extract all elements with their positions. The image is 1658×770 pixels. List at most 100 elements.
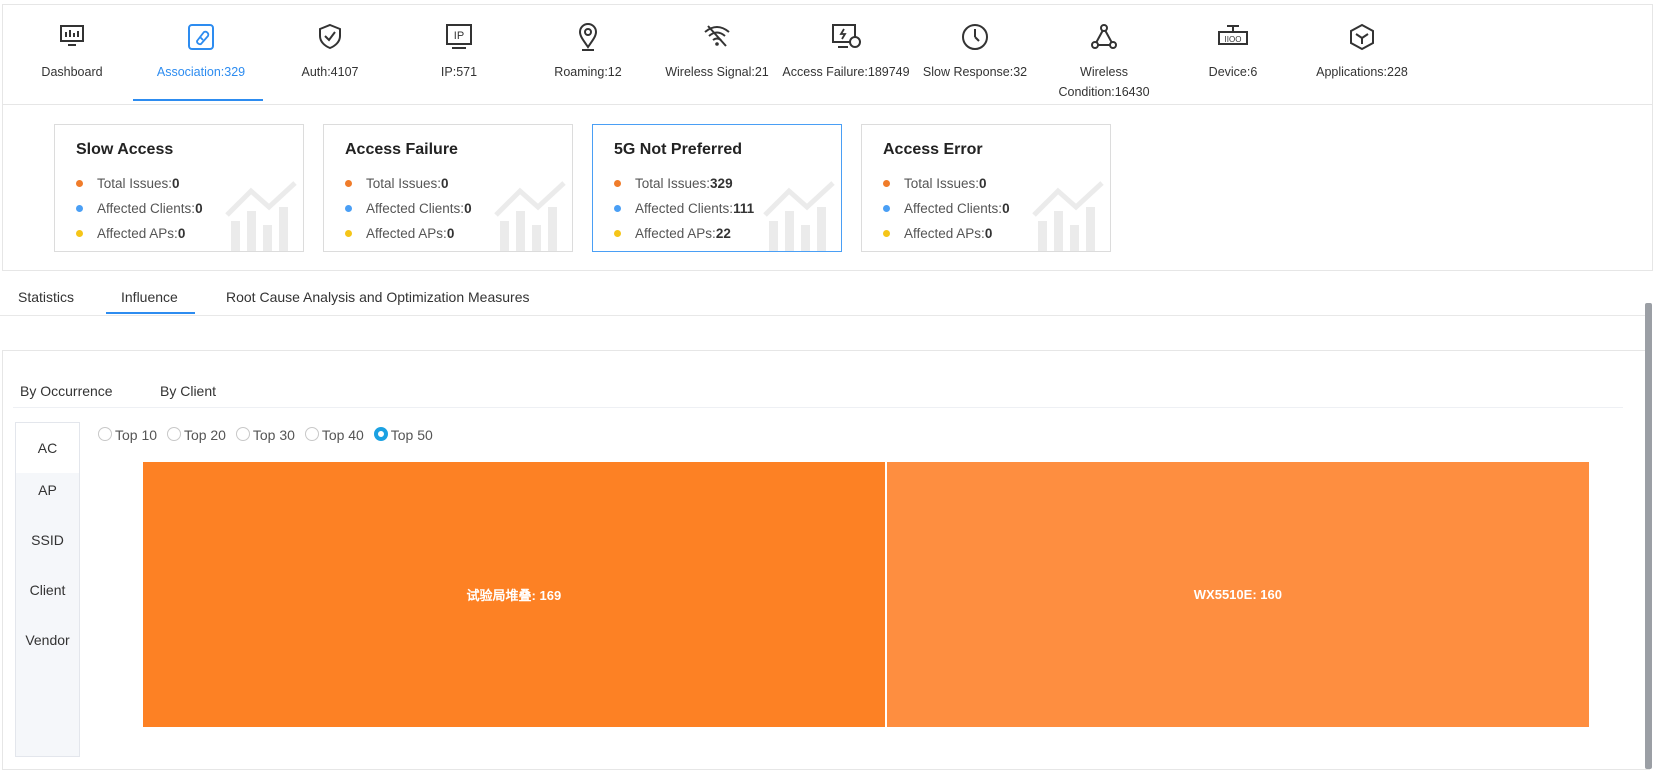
card-total-issues: Total Issues:0 [345, 176, 449, 191]
subtab-divider [13, 407, 1623, 408]
topology-icon [1091, 24, 1117, 49]
nav-association[interactable]: Association:329 [136, 5, 266, 106]
category-nav: Dashboard Association:329 Auth:4107 IP I… [2, 4, 1653, 105]
location-pin-icon [578, 23, 598, 51]
treemap-cell[interactable]: WX5510E: 160 [886, 462, 1589, 727]
treemap-cell-label: 试验局堆叠: 169 [466, 588, 562, 603]
active-tab-indicator [106, 312, 195, 314]
nav-label: Applications:228 [1316, 65, 1408, 79]
chart-watermark-icon [763, 181, 835, 251]
treemap-cell-label: WX5510E: 160 [1193, 587, 1282, 602]
main-tabs: Statistics Influence Root Cause Analysis… [0, 271, 1650, 316]
sidebar-item-vendor[interactable]: Vendor [16, 632, 79, 648]
nav-dashboard[interactable]: Dashboard [7, 5, 137, 106]
sidebar-item-ssid[interactable]: SSID [16, 532, 79, 548]
tab-root-cause[interactable]: Root Cause Analysis and Optimization Mea… [226, 289, 529, 305]
treemap-chart: 试验局堆叠: 169 WX5510E: 160 [143, 462, 1589, 727]
nav-label: IP:571 [440, 65, 478, 79]
card-title: 5G Not Preferred [614, 141, 743, 158]
nav-wireless-condition[interactable]: Wireless Condition:16430 [1039, 5, 1169, 106]
card-affected-aps: Affected APs:0 [345, 226, 454, 241]
treemap-cell[interactable]: 试验局堆叠: 169 [143, 462, 885, 727]
dimension-sidebar: AC AP SSID Client Vendor [15, 422, 80, 757]
nav-device[interactable]: IIOO Device:6 [1168, 5, 1298, 106]
card-access-error[interactable]: Access Error Total Issues:0 Affected Cli… [861, 124, 1111, 252]
card-affected-aps: Affected APs:0 [883, 226, 992, 241]
active-nav-indicator [133, 99, 263, 101]
radio-circle-icon [166, 427, 181, 442]
nav-access-failure[interactable]: Access Failure:189749 [781, 5, 911, 106]
orange-dot-icon [345, 179, 352, 187]
sidebar-item-ap[interactable]: AP [16, 482, 79, 498]
yellow-dot-icon [345, 229, 352, 237]
nav-label: Wireless Condition:16430 [1058, 65, 1150, 99]
device-icon: IIOO [1218, 25, 1248, 45]
wifi-icon [704, 25, 730, 47]
nav-label: Auth:4107 [301, 65, 359, 79]
blue-dot-icon [345, 204, 352, 212]
nav-wireless-signal[interactable]: Wireless Signal:21 [652, 5, 782, 106]
summary-cards: Slow Access Total Issues:0 Affected Clie… [2, 105, 1653, 271]
nav-label: Access Failure:189749 [782, 65, 910, 79]
vertical-scrollbar[interactable] [1645, 303, 1652, 769]
yellow-dot-icon [883, 229, 890, 237]
radio-circle-icon [304, 427, 319, 442]
card-access-failure[interactable]: Access Failure Total Issues:0 Affected C… [323, 124, 573, 252]
nav-applications[interactable]: Applications:228 [1297, 5, 1427, 106]
card-affected-clients: Affected Clients:0 [76, 201, 203, 216]
radio-top-10[interactable]: Top 10 [98, 427, 157, 443]
association-icon [188, 24, 214, 50]
nav-label: Device:6 [1208, 65, 1258, 79]
card-affected-aps: Affected APs:22 [614, 226, 731, 241]
sidebar-item-client[interactable]: Client [16, 582, 79, 598]
orange-dot-icon [883, 179, 890, 187]
tab-influence[interactable]: Influence [121, 289, 178, 305]
dashboard-icon [60, 25, 84, 46]
cube-icon [1350, 23, 1374, 51]
card-title: Access Error [883, 141, 983, 158]
yellow-dot-icon [614, 229, 621, 237]
card-affected-clients: Affected Clients:0 [345, 201, 472, 216]
subtab-by-occurrence[interactable]: By Occurrence [20, 383, 113, 399]
radio-top-20[interactable]: Top 20 [166, 427, 226, 443]
chart-watermark-icon [494, 181, 566, 251]
nav-auth[interactable]: Auth:4107 [265, 5, 395, 106]
card-total-issues: Total Issues:0 [883, 176, 987, 191]
nav-label: Roaming:12 [554, 65, 622, 79]
radio-top-30[interactable]: Top 30 [235, 427, 295, 443]
orange-dot-icon [76, 179, 83, 187]
chart-watermark-icon [225, 181, 297, 251]
blue-dot-icon [76, 204, 83, 212]
card-5g-not-preferred[interactable]: 5G Not Preferred Total Issues:329 Affect… [592, 124, 842, 252]
card-affected-aps: Affected APs:0 [76, 226, 185, 241]
subtab-by-client[interactable]: By Client [160, 383, 216, 399]
radio-circle-icon [98, 427, 112, 442]
card-slow-access[interactable]: Slow Access Total Issues:0 Affected Clie… [54, 124, 304, 252]
radio-top-40[interactable]: Top 40 [304, 427, 364, 443]
nav-label: Slow Response:32 [922, 65, 1028, 79]
tab-statistics[interactable]: Statistics [18, 289, 74, 305]
radio-top-50[interactable]: Top 50 [373, 427, 433, 443]
nav-roaming[interactable]: Roaming:12 [523, 5, 653, 106]
ip-icon: IP [446, 24, 472, 49]
card-title: Access Failure [345, 141, 458, 158]
radio-checked-icon [373, 427, 388, 442]
orange-dot-icon [614, 179, 621, 187]
monitor-alert-icon [832, 24, 861, 48]
card-affected-clients: Affected Clients:111 [614, 201, 754, 216]
card-title: Slow Access [76, 141, 174, 158]
chart-watermark-icon [1032, 181, 1104, 251]
svg-text:IP: IP [454, 30, 464, 42]
svg-text:IIOO: IIOO [1225, 35, 1242, 44]
card-affected-clients: Affected Clients:0 [883, 201, 1010, 216]
shield-icon [319, 23, 341, 50]
radio-circle-icon [235, 427, 250, 442]
nav-ip[interactable]: IP IP:571 [394, 5, 524, 106]
gauge-icon [962, 24, 988, 50]
yellow-dot-icon [76, 229, 83, 237]
blue-dot-icon [614, 204, 621, 212]
sidebar-item-ac[interactable]: AC [16, 423, 79, 473]
top-n-radio-group: Top 10 Top 20 Top 30 Top 40 Top 50 [98, 427, 439, 443]
nav-slow-response[interactable]: Slow Response:32 [910, 5, 1040, 106]
card-total-issues: Total Issues:329 [614, 176, 733, 191]
